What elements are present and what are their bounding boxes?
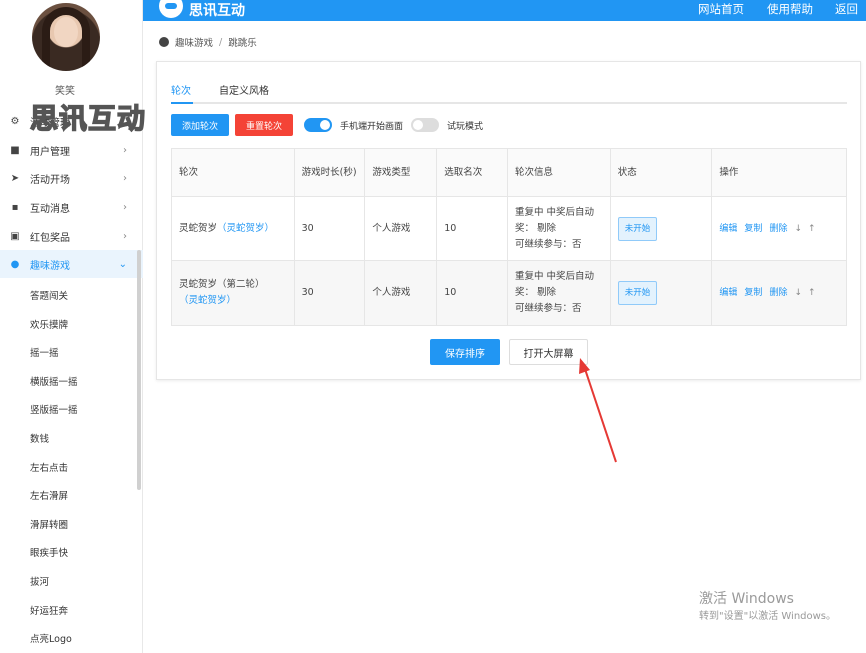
windows-activation-subtitle: 转到"设置"以激活 Windows。 — [699, 611, 837, 622]
annotation-arrow — [579, 358, 617, 463]
windows-activation-title: 激活 Windows — [699, 591, 794, 607]
